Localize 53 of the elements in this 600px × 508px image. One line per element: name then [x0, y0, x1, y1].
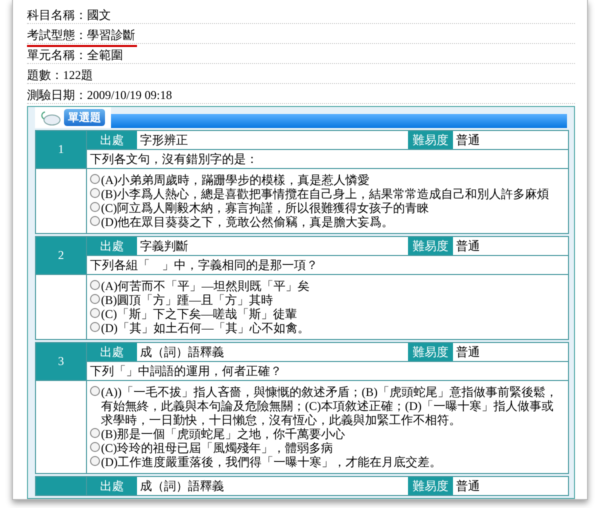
radio-button[interactable] — [90, 428, 100, 438]
difficulty-text: 普通 — [455, 132, 481, 148]
difficulty-label: 難易度 — [408, 477, 453, 495]
question-text: 下列各組「 」中，字義相同的是那一項？ — [86, 255, 568, 274]
option-text: (A)何苦而不「平」—坦然則既「平」矣 — [101, 279, 310, 293]
question-text: 下列各文句，沒有錯別字的是： — [86, 149, 568, 168]
difficulty-text: 普通 — [455, 344, 481, 360]
radio-button[interactable] — [90, 280, 100, 290]
radio-button[interactable] — [90, 216, 100, 226]
radio-button[interactable] — [90, 294, 100, 304]
option-text: (D)他在眾目葵葵之下，竟敢公然偷竊，真是膽大妄爲。 — [101, 215, 394, 229]
question-text: 下列「」中詞語的運用，何者正確？ — [86, 361, 568, 380]
option-text: (D)「其」如土石何—「其」心不如禽。 — [101, 321, 310, 335]
option-text: (B)小李爲人熱心，總是喜歡把事情攬在自己身上，結果常常造成自己和別人許多麻煩 — [101, 187, 549, 201]
question-number: 3 — [36, 343, 86, 380]
option-text: (C)阿立爲人剛毅木納，寡言拘謹，所以很難獲得女孩子的青睞 — [101, 201, 429, 215]
radio-button[interactable] — [90, 202, 100, 212]
difficulty-label: 難易度 — [408, 131, 453, 149]
option-text: (A))「一毛不拔」指人吝嗇，與慷慨的敘述矛盾；(B)「虎頭蛇尾」意指做事前緊後鬆，有始無終，此義與本句論及危險無關；(C)本項敘述正確；(D)「一曝十寒」指人做事或求學時，一日勤快，十日懶怠，沒有恆心，此義與加緊工作不相符。 — [101, 385, 559, 427]
option-text: (C)玲玲的祖母已屆「風燭殘年」，體弱多病 — [101, 441, 333, 455]
radio-button[interactable] — [90, 308, 100, 318]
info-text: 考試型態：學習診斷 — [27, 27, 137, 47]
difficulty-label: 難易度 — [408, 343, 453, 361]
radio-button[interactable] — [90, 174, 100, 184]
question-number: 1 — [36, 131, 86, 168]
source-label: 出處 — [87, 477, 137, 495]
question-number: 2 — [36, 237, 86, 274]
source-label: 出處 — [87, 343, 137, 361]
source-text: 成（詞）語釋義 — [139, 344, 225, 360]
info-text: 單元名稱：全範圍 — [27, 47, 123, 64]
info-text: 題數：122題 — [27, 67, 93, 84]
source-text: 字義判斷 — [139, 238, 189, 254]
source-text: 字形辨正 — [139, 132, 189, 148]
source-label: 出處 — [87, 131, 137, 149]
option-text: (D)工作進度嚴重落後，我們得「一曝十寒」，才能在月底交差。 — [101, 455, 442, 469]
source-text: 成（詞）語釋義 — [139, 478, 225, 494]
option-text: (A)小弟弟周歲時，蹣跚學步的模樣，真是惹人憐愛 — [101, 173, 370, 187]
section-tab[interactable]: 單選題 — [64, 109, 105, 126]
radio-button[interactable] — [90, 456, 100, 466]
radio-button[interactable] — [90, 322, 100, 332]
difficulty-text: 普通 — [455, 478, 481, 494]
option-text: (C)「斯」下之下矣—嗟哉「斯」徒輩 — [101, 307, 297, 321]
difficulty-label: 難易度 — [408, 237, 453, 255]
mouse-icon — [39, 110, 61, 126]
source-label: 出處 — [87, 237, 137, 255]
option-text: (B)那是一個「虎頭蛇尾」之地，你千萬要小心 — [101, 427, 345, 441]
info-text: 測驗日期：2009/10/19 09:18 — [27, 87, 172, 104]
info-text: 科目名稱：國文 — [27, 7, 111, 24]
radio-button[interactable] — [90, 188, 100, 198]
radio-button[interactable] — [90, 386, 100, 396]
difficulty-text: 普通 — [455, 238, 481, 254]
option-text: (B)圓頂「方」踵—且「方」其時 — [101, 293, 273, 307]
radio-button[interactable] — [90, 442, 100, 452]
